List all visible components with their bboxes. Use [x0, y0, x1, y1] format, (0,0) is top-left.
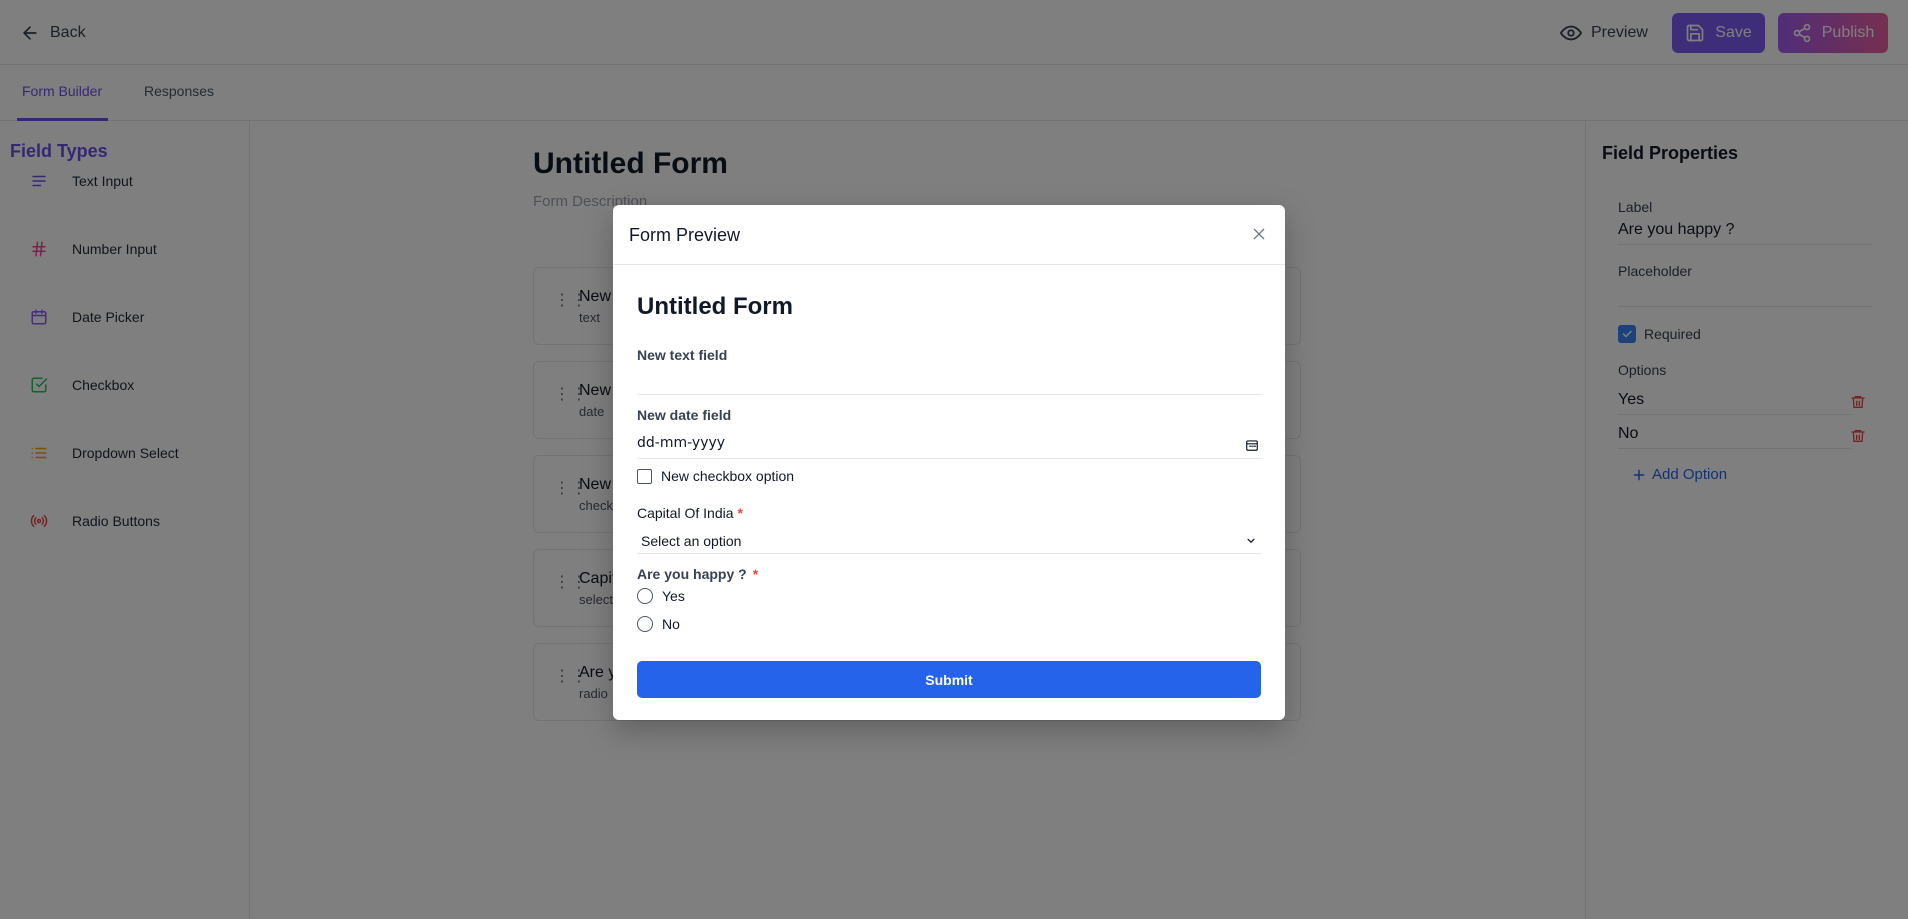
close-icon[interactable]: [1251, 226, 1267, 242]
text-field-label: New text field: [637, 347, 728, 363]
preview-form-title: Untitled Form: [637, 293, 793, 320]
radio-option-label: Yes: [662, 588, 685, 604]
form-builder-app: Back Preview Save Publish Form Builder R…: [0, 0, 1908, 919]
required-mark: *: [737, 505, 743, 521]
modal-header: Form Preview: [613, 205, 1285, 265]
radio-field-label: Are you happy ? *: [637, 566, 758, 582]
radio-option-label: No: [662, 616, 680, 632]
calendar-icon[interactable]: [1245, 438, 1259, 452]
select-field-label: Capital Of India *: [637, 505, 743, 521]
chevron-down-icon: [1247, 538, 1255, 543]
radio-option-yes[interactable]: Yes: [637, 588, 685, 604]
form-preview-modal: Form Preview Untitled Form New text fiel…: [613, 205, 1285, 720]
radio-option-no[interactable]: No: [637, 616, 680, 632]
submit-button[interactable]: Submit: [637, 661, 1261, 698]
radio-label-text: Are you happy ?: [637, 566, 747, 582]
required-mark: *: [752, 566, 759, 582]
checkbox-option[interactable]: New checkbox option: [637, 468, 794, 484]
date-field-input[interactable]: dd-mm-yyyy: [637, 431, 1261, 459]
text-field-input[interactable]: [637, 365, 1261, 395]
capital-select[interactable]: Select an option: [637, 528, 1261, 554]
checkbox[interactable]: [637, 468, 652, 484]
modal-title: Form Preview: [629, 225, 741, 245]
radio-button[interactable]: [637, 588, 653, 604]
radio-button[interactable]: [637, 616, 653, 632]
select-label-text: Capital Of India: [637, 505, 734, 521]
select-value: Select an option: [641, 533, 742, 549]
date-placeholder: dd-mm-yyyy: [637, 435, 726, 451]
date-field-label: New date field: [637, 407, 732, 423]
checkbox-label: New checkbox option: [661, 468, 795, 484]
